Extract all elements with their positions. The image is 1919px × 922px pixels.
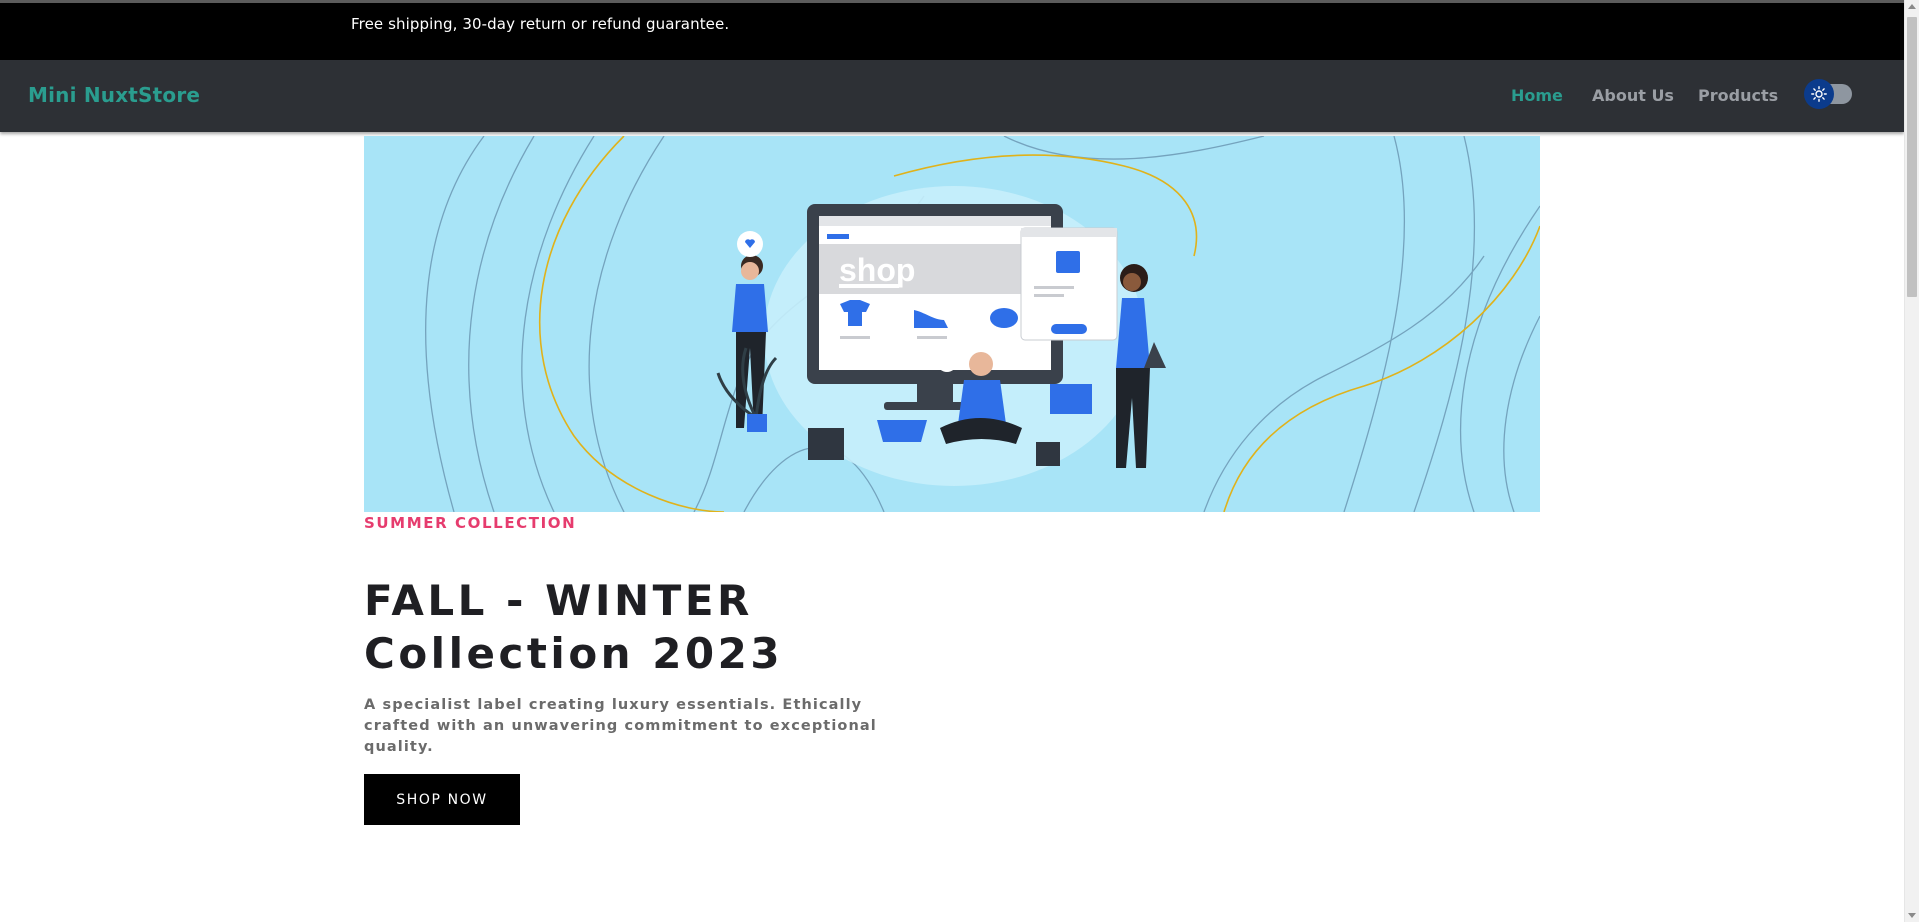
toggle-knob bbox=[1804, 79, 1834, 109]
scroll-down-arrow-icon[interactable] bbox=[1908, 913, 1916, 918]
shop-now-button[interactable]: SHOP NOW bbox=[364, 774, 520, 825]
navbar: Mini NuxtStore Home About Us Products bbox=[0, 60, 1904, 132]
sun-icon bbox=[1811, 86, 1827, 102]
nav-link-about-us[interactable]: About Us bbox=[1592, 86, 1674, 105]
announcement-text: Free shipping, 30-day return or refund g… bbox=[351, 15, 730, 33]
scroll-up-arrow-icon[interactable] bbox=[1908, 4, 1916, 9]
shop-illustration: shop bbox=[364, 136, 1540, 512]
hero-title-line-2: Collection 2023 bbox=[364, 629, 784, 678]
page: Free shipping, 30-day return or refund g… bbox=[0, 0, 1919, 922]
hero-title: FALL - WINTER Collection 2023 bbox=[364, 574, 1064, 680]
hero-banner: shop bbox=[364, 136, 1540, 512]
svg-text:shop: shop bbox=[839, 252, 915, 288]
vertical-scrollbar[interactable] bbox=[1904, 0, 1919, 922]
hero-eyebrow: SUMMER COLLECTION bbox=[364, 514, 577, 532]
hero-description: A specialist label creating luxury essen… bbox=[364, 697, 877, 755]
announcement-bar: Free shipping, 30-day return or refund g… bbox=[0, 3, 1904, 60]
brand-logo[interactable]: Mini NuxtStore bbox=[28, 83, 200, 107]
nav-link-products[interactable]: Products bbox=[1698, 86, 1778, 105]
scroll-thumb[interactable] bbox=[1907, 17, 1917, 297]
hero-title-line-1: FALL - WINTER bbox=[364, 576, 753, 625]
theme-toggle[interactable] bbox=[1804, 79, 1852, 109]
nav-link-home[interactable]: Home bbox=[1511, 86, 1563, 105]
